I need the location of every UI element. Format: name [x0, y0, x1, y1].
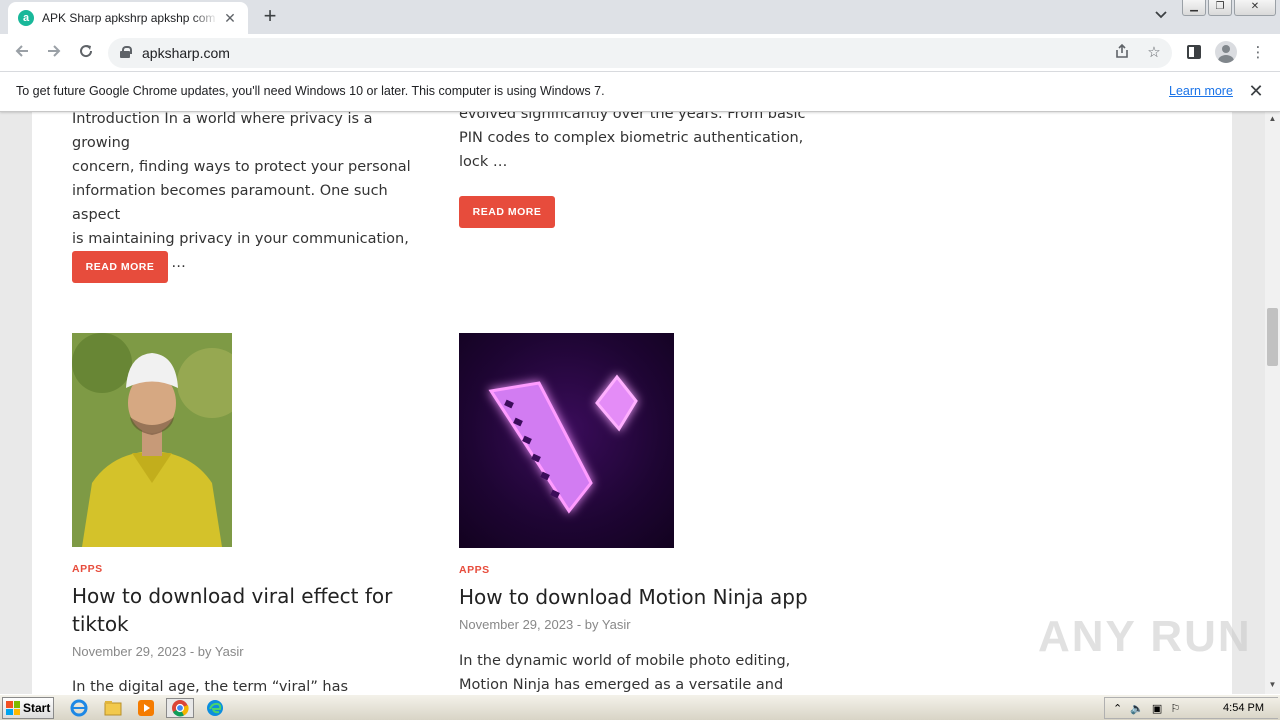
tab-title: APK Sharp apkshrp apkshp com - Your: [42, 11, 218, 25]
bookmark-star-icon[interactable]: ☆: [1144, 43, 1164, 63]
internet-explorer-icon[interactable]: [68, 698, 90, 718]
action-center-flag-icon[interactable]: ⚐: [1170, 702, 1180, 715]
back-button[interactable]: [10, 41, 34, 65]
address-bar[interactable]: apksharp.com ☆: [108, 38, 1172, 68]
file-explorer-icon[interactable]: [102, 698, 124, 718]
read-more-button[interactable]: READ MORE: [459, 196, 555, 228]
reload-button[interactable]: [74, 41, 98, 65]
post-excerpt: In the digital age, the term “viral” has…: [72, 679, 349, 694]
infobar-close-icon[interactable]: ✕: [1247, 81, 1265, 102]
anyrun-watermark: ANY RUN: [1038, 612, 1252, 661]
post-meta: November 29, 2023 - by Yasir: [72, 644, 244, 659]
post-author-link[interactable]: Yasir: [602, 617, 631, 632]
post-date[interactable]: November 29, 2023: [459, 617, 573, 632]
post-title-link[interactable]: How to download Motion Ninja app: [459, 583, 819, 611]
infobar-message: To get future Google Chrome updates, you…: [16, 84, 605, 98]
start-button[interactable]: Start: [2, 697, 54, 719]
new-tab-button[interactable]: +: [258, 5, 282, 29]
system-tray: ⌃ 🔈 ▣ ⚐ 4:54 PM: [1104, 697, 1278, 719]
read-more-button[interactable]: READ MORE: [72, 251, 168, 283]
browser-tab[interactable]: a APK Sharp apkshrp apkshp com - Your ✕: [8, 2, 248, 34]
post-excerpt: In the dynamic world of mobile photo edi…: [459, 653, 791, 693]
update-infobar: To get future Google Chrome updates, you…: [0, 72, 1280, 112]
tab-close-icon[interactable]: ✕: [222, 10, 238, 27]
post-title-link[interactable]: How to download viral effect for tiktok: [72, 582, 412, 638]
url-text[interactable]: apksharp.com: [142, 45, 230, 61]
post-category-link[interactable]: APPS: [72, 563, 103, 575]
scroll-down-arrow-icon[interactable]: ▼: [1265, 680, 1280, 692]
windows-flag-icon: [6, 701, 20, 715]
taskbar-clock[interactable]: 4:54 PM: [1223, 702, 1264, 714]
share-icon[interactable]: [1112, 43, 1132, 63]
content-area: Introduction In a world where privacy is…: [32, 112, 1232, 694]
browser-toolbar: apksharp.com ☆ ⋮: [0, 34, 1280, 72]
volume-icon[interactable]: 🔈: [1130, 702, 1144, 715]
profile-avatar-icon[interactable]: [1215, 41, 1237, 63]
restore-button[interactable]: ❐: [1208, 0, 1232, 16]
page-viewport: Introduction In a world where privacy is…: [0, 112, 1265, 694]
post-meta: November 29, 2023 - by Yasir: [459, 617, 631, 632]
post-excerpt: evolved significantly over the years. Fr…: [459, 112, 806, 170]
minimize-button[interactable]: ▁: [1182, 0, 1206, 16]
windows-taskbar: Start ⌃ 🔈 ▣ ⚐ 4:54 PM: [0, 694, 1280, 720]
post-thumbnail-photo[interactable]: [72, 333, 232, 547]
close-window-button[interactable]: ✕: [1234, 0, 1276, 16]
post-thumbnail-app-logo[interactable]: [459, 333, 674, 548]
scrollbar-thumb[interactable]: [1267, 308, 1278, 366]
edge-icon[interactable]: [204, 698, 226, 718]
post-date[interactable]: November 29, 2023: [72, 644, 186, 659]
post-category-link[interactable]: APPS: [459, 564, 490, 576]
kebab-menu-icon[interactable]: ⋮: [1248, 43, 1268, 63]
tray-expand-icon[interactable]: ⌃: [1113, 702, 1122, 715]
lock-icon[interactable]: [120, 46, 132, 58]
learn-more-link[interactable]: Learn more: [1169, 84, 1233, 98]
scroll-up-arrow-icon[interactable]: ▲: [1265, 114, 1280, 126]
chrome-taskbar-icon[interactable]: [166, 698, 194, 718]
post-author-link[interactable]: Yasir: [215, 644, 244, 659]
apksharp-favicon-icon: a: [18, 10, 34, 26]
media-player-icon[interactable]: [135, 698, 157, 718]
tab-search-chevron-down-icon[interactable]: [1151, 8, 1171, 28]
page-scrollbar[interactable]: ▲ ▼: [1265, 112, 1280, 694]
tab-strip: a APK Sharp apkshrp apkshp com - Your ✕ …: [0, 0, 1280, 34]
forward-button[interactable]: [42, 41, 66, 65]
side-panel-icon[interactable]: [1187, 45, 1201, 59]
network-icon[interactable]: ▣: [1152, 702, 1162, 715]
